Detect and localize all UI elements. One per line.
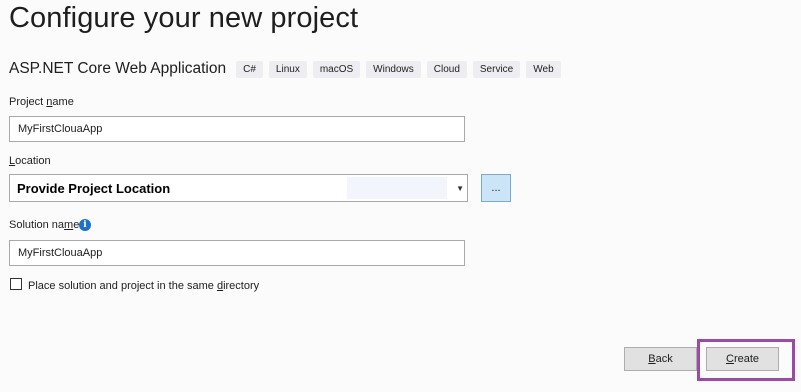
- solution-name-input[interactable]: MyFirstClouaApp: [9, 240, 465, 266]
- location-select[interactable]: Provide Project Location ▼: [9, 174, 468, 202]
- template-name: ASP.NET Core Web Application: [9, 60, 227, 77]
- template-summary: ASP.NET Core Web Application C# Linux ma…: [9, 60, 567, 78]
- solution-name-label: Solution name: [9, 219, 80, 231]
- tag-csharp: C#: [236, 60, 263, 78]
- project-name-label: Project name: [9, 96, 74, 108]
- tag-service: Service: [472, 60, 521, 78]
- browse-label: ...: [491, 182, 501, 194]
- chevron-down-icon[interactable]: ▼: [456, 184, 464, 193]
- same-directory-label[interactable]: Place solution and project in the same d…: [28, 280, 259, 292]
- tag-windows: Windows: [366, 60, 421, 78]
- select-highlight: [347, 177, 447, 199]
- browse-button[interactable]: ...: [481, 174, 511, 202]
- create-button-highlight: [697, 339, 795, 381]
- solution-name-value: MyFirstClouaApp: [18, 247, 103, 259]
- location-value: Provide Project Location: [17, 181, 171, 196]
- info-icon[interactable]: i: [79, 219, 91, 231]
- project-name-value: MyFirstClouaApp: [18, 123, 103, 135]
- tag-web: Web: [526, 60, 561, 78]
- project-name-input[interactable]: MyFirstClouaApp: [9, 116, 465, 142]
- page-title: Configure your new project: [9, 2, 359, 34]
- back-button[interactable]: Back: [624, 347, 697, 371]
- tag-linux: Linux: [268, 60, 307, 78]
- tag-cloud: Cloud: [426, 60, 467, 78]
- same-directory-checkbox[interactable]: [10, 278, 22, 290]
- tag-macos: macOS: [312, 60, 361, 78]
- location-label: Location: [9, 155, 51, 167]
